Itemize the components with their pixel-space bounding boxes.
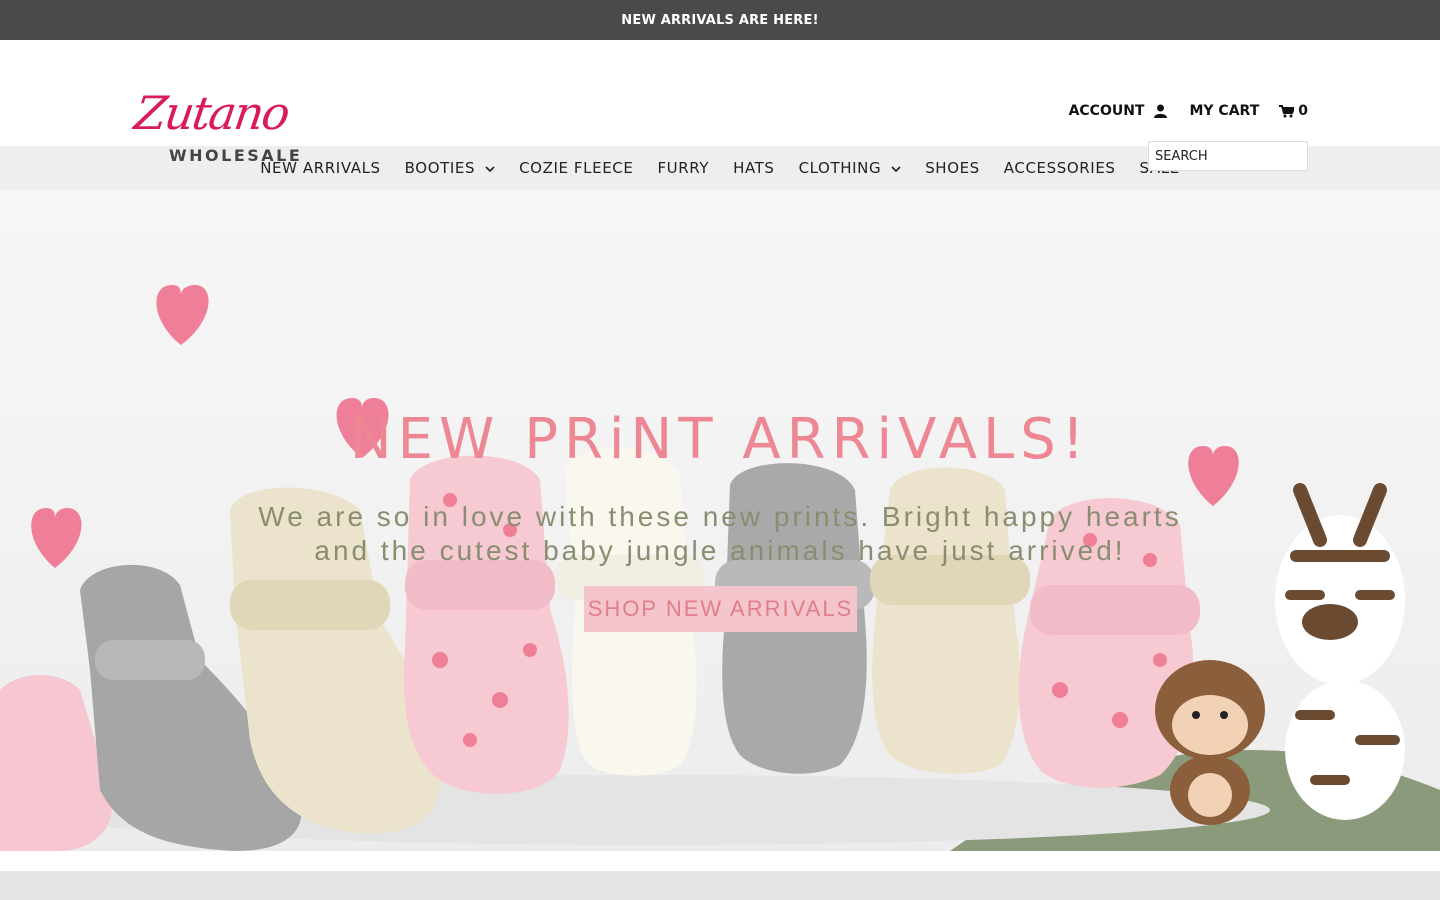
search-input[interactable] <box>1148 141 1308 171</box>
hero-subtitle: We are so in love with these new prints.… <box>220 500 1220 568</box>
announcement-bar: NEW ARRIVALS ARE HERE! <box>0 0 1440 40</box>
account-label: ACCOUNT <box>1068 103 1145 119</box>
brand-logo[interactable]: Zutano WHOLESALE <box>131 86 335 168</box>
zebra-character <box>1275 483 1405 820</box>
nav-item-hats[interactable]: HATS <box>733 159 774 177</box>
user-icon <box>1154 104 1168 118</box>
hero-banner[interactable]: NEW PRiNT ARRiVALS! We are so in love wi… <box>0 190 1440 851</box>
nav-item-clothing[interactable]: CLOTHING <box>799 159 902 177</box>
chevron-down-icon <box>485 159 495 177</box>
nav-item-booties[interactable]: BOOTIES <box>405 159 495 177</box>
nav-item-label: FURRY <box>657 159 710 177</box>
cart-label: MY CART <box>1189 103 1260 119</box>
site-header: Zutano WHOLESALE ACCOUNT MY CART 0 <box>0 40 1440 171</box>
chevron-down-icon <box>891 159 901 177</box>
heart-icon <box>31 508 82 568</box>
logo-subtitle: WHOLESALE <box>169 146 303 165</box>
logo-script: Zutano <box>131 86 292 140</box>
header-links: ACCOUNT MY CART 0 <box>1069 103 1308 119</box>
nav-item-label: BOOTIES <box>404 159 476 177</box>
hero-title: NEW PRiNT ARRiVALS! <box>349 407 1091 472</box>
shop-new-arrivals-button[interactable]: SHOP NEW ARRIVALS <box>584 586 857 632</box>
nav-item-label: COZIE FLEECE <box>519 159 634 177</box>
cart-icon <box>1279 104 1295 118</box>
heart-icon <box>156 285 209 345</box>
next-section-strip <box>0 871 1440 900</box>
nav-item-cozie-fleece[interactable]: COZIE FLEECE <box>519 159 633 177</box>
announcement-text: NEW ARRIVALS ARE HERE! <box>621 12 819 28</box>
nav-item-label: ACCESSORIES <box>1003 159 1116 177</box>
nav-item-shoes[interactable]: SHOES <box>925 159 980 177</box>
cart-count: 0 <box>1298 103 1308 119</box>
account-link[interactable]: ACCOUNT <box>1069 103 1168 119</box>
nav-item-furry[interactable]: FURRY <box>657 159 709 177</box>
cart-link[interactable]: MY CART 0 <box>1189 103 1308 119</box>
hero-subtitle-line1: We are so in love with these new prints.… <box>258 501 1182 532</box>
nav-item-accessories[interactable]: ACCESSORIES <box>1004 159 1116 177</box>
nav-item-label: HATS <box>733 159 775 177</box>
nav-item-label: SHOES <box>925 159 980 177</box>
hero-subtitle-line2: and the cutest baby jungle animals have … <box>314 535 1126 566</box>
nav-item-label: CLOTHING <box>798 159 882 177</box>
